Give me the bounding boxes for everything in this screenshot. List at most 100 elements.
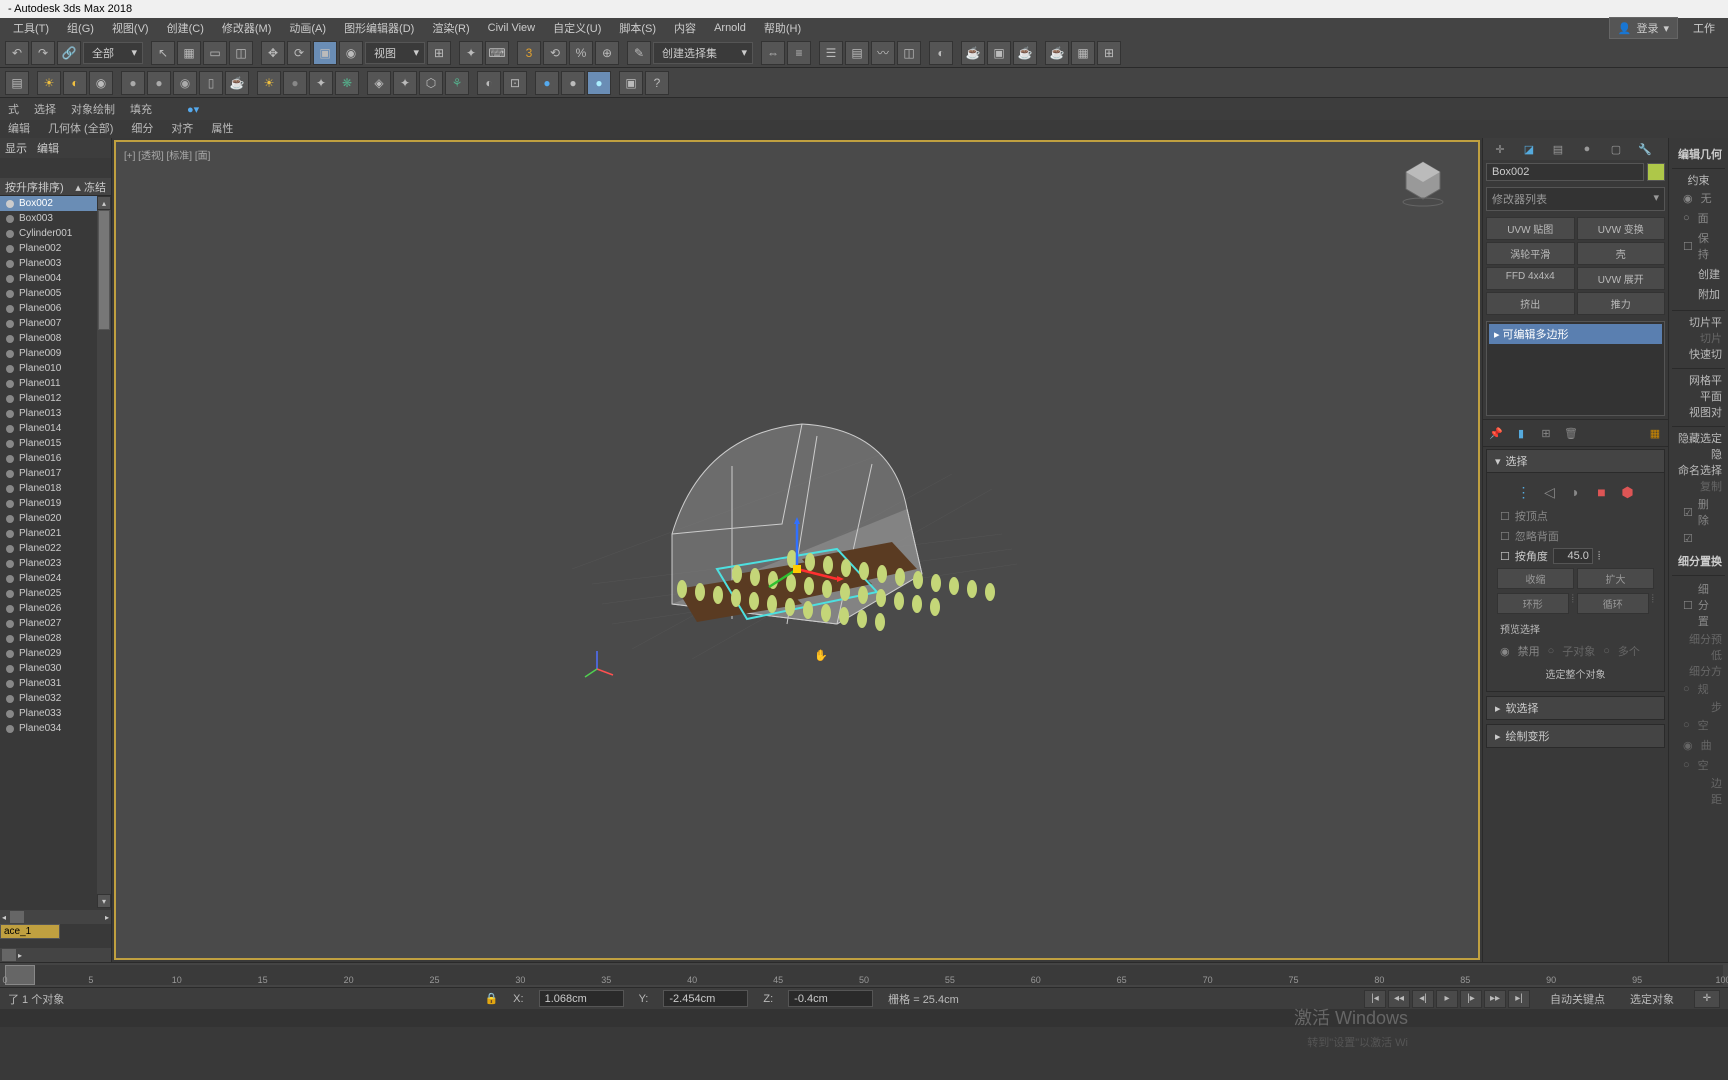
hscroll2[interactable]: ▸ xyxy=(0,948,111,962)
config-icon[interactable]: ▦ xyxy=(1645,423,1665,443)
tab-edit-left[interactable]: 编辑 xyxy=(37,140,59,156)
timeline[interactable]: 0510152025303540455055606570758085909510… xyxy=(0,962,1728,987)
edit-named-sel-icon[interactable]: ✎ xyxy=(627,41,651,65)
mirror-icon[interactable]: ⇔ xyxy=(761,41,785,65)
viewport[interactable]: [+] [透视] [标准] [面] xyxy=(114,140,1480,960)
time-ruler[interactable]: 0510152025303540455055606570758085909510… xyxy=(5,965,1723,985)
stack-item-editpoly[interactable]: ▸ 可编辑多边形 xyxy=(1489,324,1662,344)
ribbon-paint[interactable]: 对象绘制 xyxy=(71,101,115,117)
border-icon[interactable]: ◗ xyxy=(1567,483,1585,501)
modifier-button[interactable]: 挤出 xyxy=(1486,292,1575,315)
menu-script[interactable]: 脚本(S) xyxy=(611,18,664,38)
list-item[interactable]: Box003 xyxy=(0,211,111,226)
select-window-icon[interactable]: ◫ xyxy=(229,41,253,65)
list-item[interactable]: Plane022 xyxy=(0,541,111,556)
angle-input[interactable] xyxy=(1553,548,1593,564)
gallery-icon[interactable]: ▦ xyxy=(1071,41,1095,65)
redo-icon[interactable]: ↷ xyxy=(31,41,55,65)
workspace-label[interactable]: 工作 xyxy=(1685,18,1723,38)
modifier-button[interactable]: UVW 变换 xyxy=(1577,217,1666,240)
checkbox-icon[interactable]: ☐ xyxy=(1683,599,1693,612)
sphere2-icon[interactable]: ● xyxy=(147,71,171,95)
goto-start-icon[interactable]: |◂ xyxy=(1364,990,1386,1008)
layer-input[interactable] xyxy=(0,924,60,939)
edge-icon[interactable]: ◁ xyxy=(1541,483,1559,501)
list-item[interactable]: Plane033 xyxy=(0,706,111,721)
list-item[interactable]: Plane010 xyxy=(0,361,111,376)
radio-icon[interactable]: ○ xyxy=(1548,645,1555,657)
percent-snap-icon[interactable]: % xyxy=(569,41,593,65)
goto-end-icon[interactable]: ▸| xyxy=(1508,990,1530,1008)
scroll-down-icon[interactable]: ▾ xyxy=(97,894,111,908)
list-item[interactable]: Box002 xyxy=(0,196,111,211)
menu-civil[interactable]: Civil View xyxy=(480,20,543,36)
scrollbar[interactable]: ▴ ▾ xyxy=(97,196,111,908)
menu-tools[interactable]: 工具(T) xyxy=(5,18,57,38)
scroll-up-icon[interactable]: ▴ xyxy=(97,196,111,210)
list-item[interactable]: Plane034 xyxy=(0,721,111,736)
render-setup-icon[interactable]: ☕ xyxy=(961,41,985,65)
snap-icon[interactable]: 3 xyxy=(517,41,541,65)
modifier-button[interactable]: 涡轮平滑 xyxy=(1486,242,1575,265)
list-item[interactable]: Plane003 xyxy=(0,256,111,271)
render-frame-icon[interactable]: ▣ xyxy=(987,41,1011,65)
container-icon[interactable]: ▣ xyxy=(619,71,643,95)
object-name-input[interactable] xyxy=(1486,163,1644,181)
play-icon[interactable]: ▸ xyxy=(1436,990,1458,1008)
material-icon[interactable]: ◐ xyxy=(929,41,953,65)
next-frame-icon[interactable]: ▸▸ xyxy=(1484,990,1506,1008)
menu-customize[interactable]: 自定义(U) xyxy=(545,18,609,38)
ribbon-icon[interactable]: ▤ xyxy=(845,41,869,65)
filter-dropdown[interactable]: 全部 xyxy=(83,42,143,64)
radio-icon[interactable]: ◉ xyxy=(1500,645,1510,658)
tab-geometry[interactable]: 几何体 (全部) xyxy=(48,120,113,138)
spinner-icon[interactable]: ⦙ xyxy=(1572,593,1574,614)
list-item[interactable]: Plane012 xyxy=(0,391,111,406)
tab-edit[interactable]: 编辑 xyxy=(8,120,30,138)
ribbon-fill[interactable]: 填充 xyxy=(130,101,152,117)
menu-arnold[interactable]: Arnold xyxy=(706,20,754,36)
modifier-list-dropdown[interactable]: 修改器列表▾ xyxy=(1486,187,1665,211)
render-icon[interactable]: ☕ xyxy=(1013,41,1037,65)
light-std-icon[interactable]: ● xyxy=(283,71,307,95)
list-item[interactable]: Plane014 xyxy=(0,421,111,436)
named-sel-dropdown[interactable]: 创建选择集 xyxy=(653,42,753,64)
y-input[interactable] xyxy=(663,990,748,1007)
render-online-icon[interactable]: ☕ xyxy=(1045,41,1069,65)
lock-icon[interactable]: 🔒 xyxy=(484,992,498,1005)
select-icon[interactable]: ↖ xyxy=(151,41,175,65)
checkbox-icon[interactable]: ☑ xyxy=(1683,532,1693,545)
checkbox-icon[interactable]: ☑ xyxy=(1683,506,1693,519)
spinner-icon[interactable]: ⦙ xyxy=(1598,550,1600,563)
menu-create[interactable]: 创建(C) xyxy=(159,18,212,38)
undo-icon[interactable]: ↶ xyxy=(5,41,29,65)
loop-button[interactable]: 循环 xyxy=(1577,593,1649,614)
place-icon[interactable]: ◉ xyxy=(339,41,363,65)
ring-button[interactable]: 环形 xyxy=(1497,593,1569,614)
viewcube[interactable] xyxy=(1398,157,1448,207)
layer-icon[interactable]: ☰ xyxy=(819,41,843,65)
show-end-icon[interactable]: ▮ xyxy=(1511,423,1531,443)
list-item[interactable]: Plane025 xyxy=(0,586,111,601)
schematic-icon[interactable]: ◫ xyxy=(897,41,921,65)
prev-key-icon[interactable]: ◂| xyxy=(1412,990,1434,1008)
list-item[interactable]: Plane005 xyxy=(0,286,111,301)
select-name-icon[interactable]: ▦ xyxy=(177,41,201,65)
prev-frame-icon[interactable]: ◂◂ xyxy=(1388,990,1410,1008)
hscroll[interactable]: ◂ ▸ xyxy=(0,910,111,924)
xray-icon[interactable]: ⊡ xyxy=(503,71,527,95)
rollout-paint-header[interactable]: ▸绘制变形 xyxy=(1486,724,1665,748)
grow-button[interactable]: 扩大 xyxy=(1577,568,1654,589)
menu-render[interactable]: 渲染(R) xyxy=(424,18,477,38)
daylight-icon[interactable]: ◐ xyxy=(63,71,87,95)
menu-group[interactable]: 组(G) xyxy=(59,18,102,38)
object-list[interactable]: Box002Box003Cylinder001Plane002Plane003P… xyxy=(0,196,111,908)
list-item[interactable]: Plane031 xyxy=(0,676,111,691)
rotate-icon[interactable]: ⟳ xyxy=(287,41,311,65)
autokey-button[interactable]: 自动关键点 xyxy=(1545,989,1610,1009)
shrink-button[interactable]: 收缩 xyxy=(1497,568,1574,589)
spinner-icon[interactable]: ⦙ xyxy=(1652,593,1654,614)
z-input[interactable] xyxy=(788,990,873,1007)
hierarchy-tab-icon[interactable]: ▤ xyxy=(1546,139,1570,159)
list-item[interactable]: Plane020 xyxy=(0,511,111,526)
